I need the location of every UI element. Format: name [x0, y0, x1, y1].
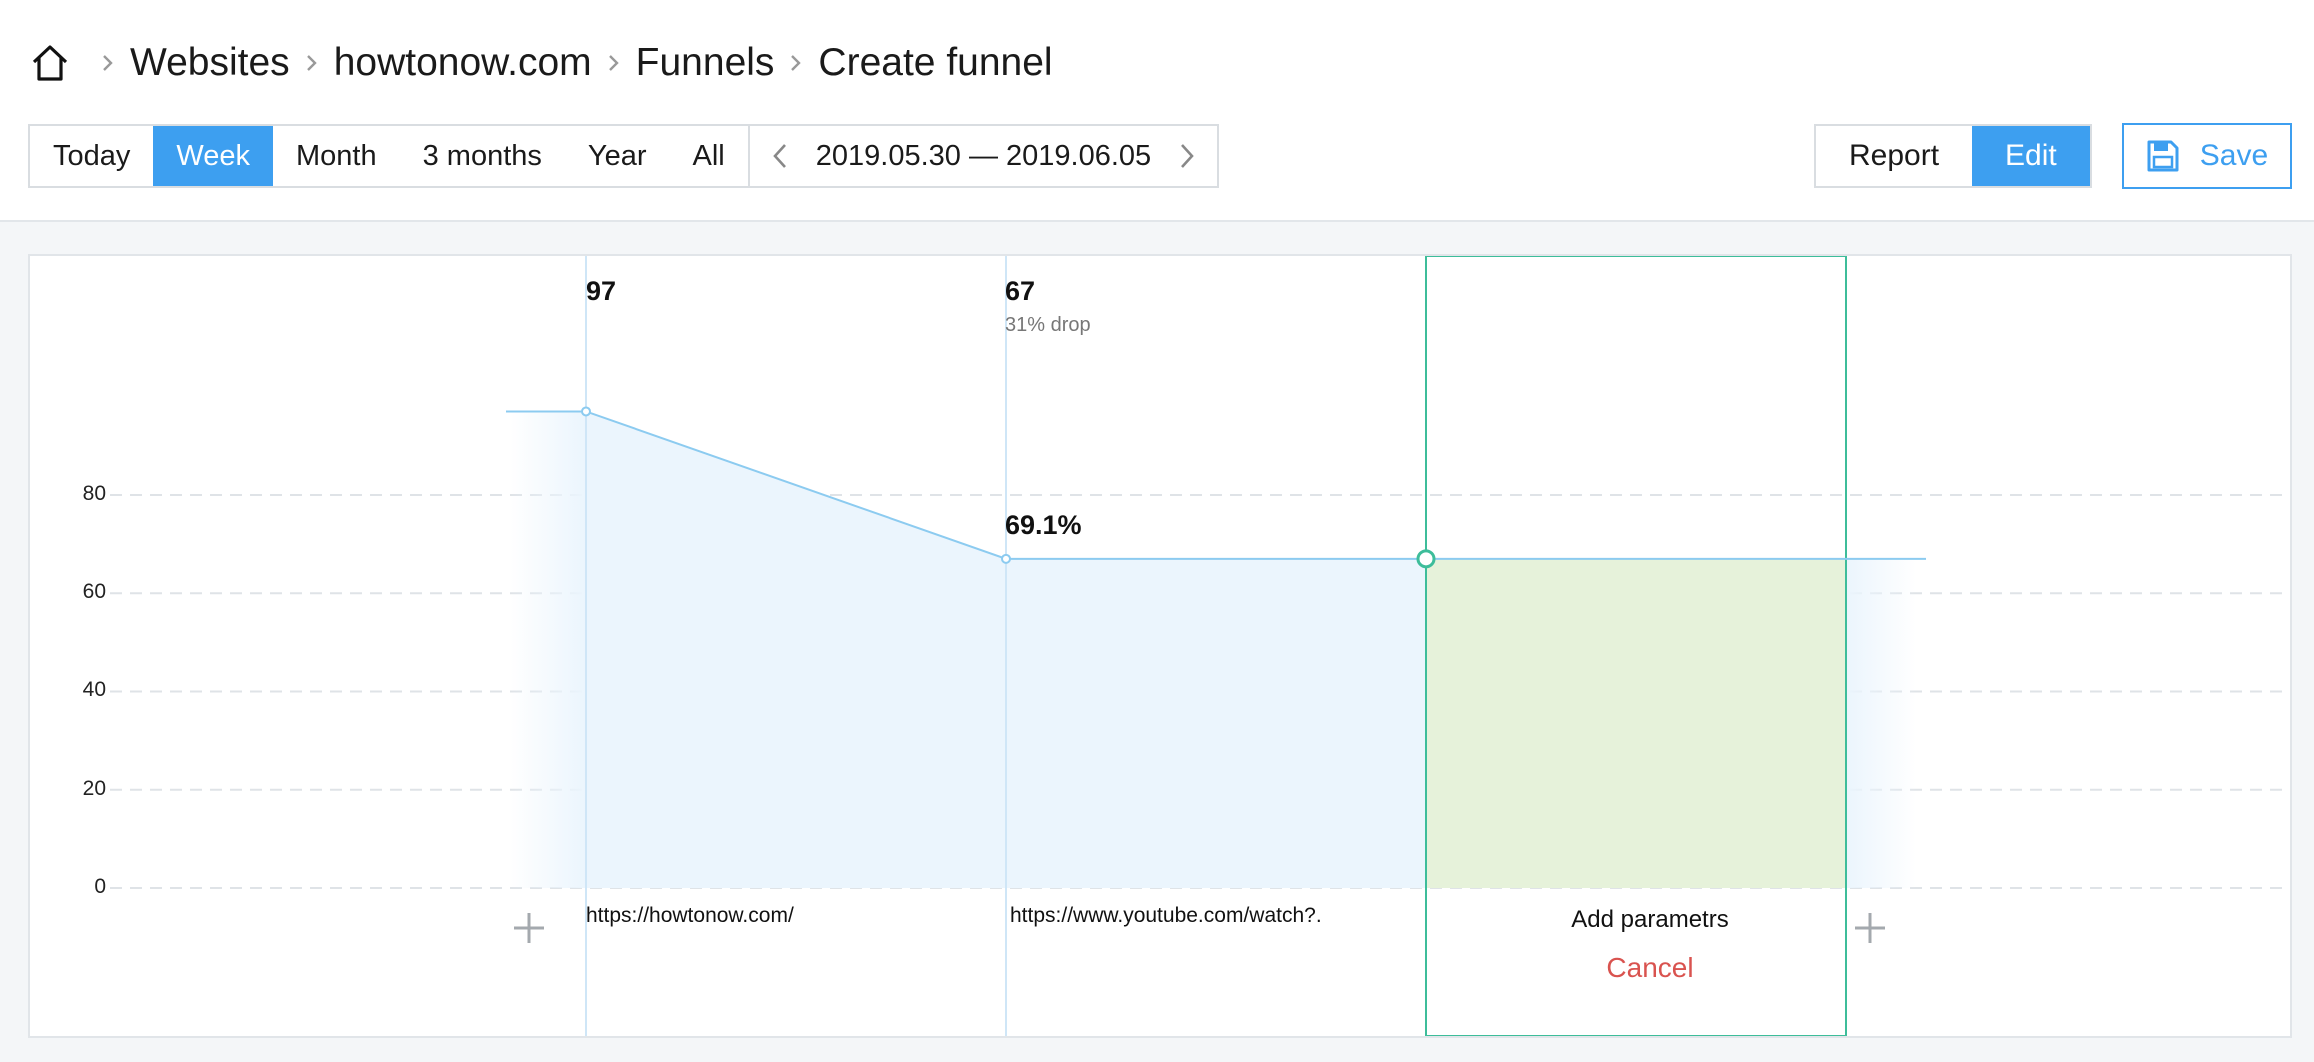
chevron-right-icon: [782, 49, 810, 77]
y-tick-label: 0: [94, 875, 106, 898]
chevron-right-icon[interactable]: [1157, 126, 1217, 186]
breadcrumb-site[interactable]: howtonow.com: [334, 41, 592, 85]
step-1-url[interactable]: https://howtonow.com/: [586, 904, 794, 928]
edit-button[interactable]: Edit: [1972, 126, 2090, 186]
floppy-disk-icon: [2146, 139, 2180, 173]
period-all[interactable]: All: [670, 126, 748, 186]
plus-icon: [1855, 913, 1885, 943]
y-tick-label: 80: [82, 481, 106, 505]
period-year[interactable]: Year: [565, 126, 670, 186]
mode-toggle: Report Edit: [1814, 124, 2092, 188]
date-range-text[interactable]: 2019.05.30 — 2019.06.05: [810, 140, 1157, 173]
chevron-right-icon: [298, 49, 326, 77]
funnel-chart: 0 20 40 60 80 97 67 31% drop 69.1% https://h…: [28, 254, 2292, 1038]
add-step-left-button[interactable]: [511, 910, 547, 946]
save-label: Save: [2199, 139, 2269, 172]
new-step-fill: [1426, 558, 1846, 888]
cancel-link[interactable]: Cancel: [1440, 952, 1860, 984]
report-button[interactable]: Report: [1816, 126, 1972, 186]
period-3-months[interactable]: 3 months: [400, 126, 565, 186]
chevron-right-icon: [600, 49, 628, 77]
step-1-value: 97: [586, 276, 617, 306]
add-step-right-button[interactable]: [1852, 910, 1888, 946]
data-point-new-step: [1416, 549, 1436, 569]
breadcrumb: Websites howtonow.com Funnels Create fun…: [30, 30, 1053, 96]
period-selector: Today Week Month 3 months Year All 2019.…: [28, 124, 1220, 188]
data-point: [581, 406, 591, 417]
area-fade-left: [510, 411, 586, 888]
y-tick-label: 40: [82, 678, 106, 702]
y-tick-label: 20: [82, 776, 106, 800]
breadcrumb-funnels[interactable]: Funnels: [636, 41, 775, 85]
date-range: 2019.05.30 — 2019.06.05: [747, 126, 1217, 186]
period-today[interactable]: Today: [30, 126, 153, 186]
breadcrumb-websites[interactable]: Websites: [130, 41, 290, 85]
step-2-value: 67: [1005, 276, 1036, 306]
chevron-right-icon: [94, 49, 122, 77]
home-icon[interactable]: [30, 42, 72, 84]
period-week[interactable]: Week: [153, 126, 273, 186]
step-2-drop: 31% drop: [1005, 314, 1091, 336]
area-fade-right: [1846, 558, 1916, 888]
chevron-left-icon[interactable]: [750, 126, 810, 186]
period-month[interactable]: Month: [273, 126, 400, 186]
y-tick-label: 60: [82, 580, 106, 604]
add-parameters-link[interactable]: Add parametrs: [1440, 906, 1860, 934]
conversion-rate: 69.1%: [1005, 510, 1082, 540]
plus-icon: [514, 913, 544, 943]
breadcrumb-current: Create funnel: [818, 41, 1053, 84]
step-2-url[interactable]: https://www.youtube.com/watch?.: [1010, 904, 1322, 928]
save-button[interactable]: Save: [2122, 123, 2292, 189]
data-point: [1001, 553, 1011, 564]
